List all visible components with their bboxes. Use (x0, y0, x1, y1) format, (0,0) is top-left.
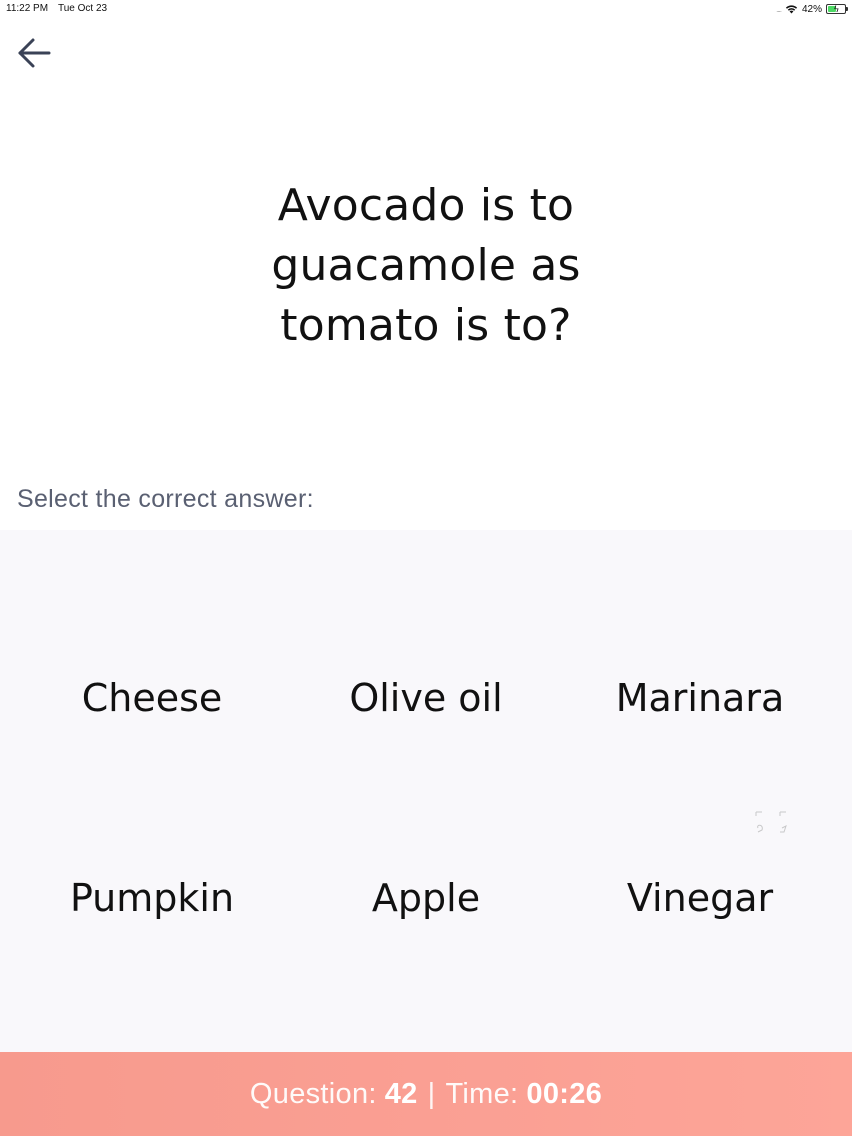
status-date: Tue Oct 23 (58, 3, 108, 14)
decorative-marks (755, 811, 787, 833)
answer-option[interactable]: Pumpkin (10, 838, 294, 958)
status-bar: 11:22 PM Tue Oct 23 .... 42% ϟ (0, 0, 852, 18)
status-time: 11:22 PM (6, 3, 49, 14)
time-value: 00:26 (526, 1077, 603, 1110)
time-label: Time: (445, 1077, 519, 1110)
answer-option[interactable]: Marinara (558, 638, 842, 758)
answers-panel: Cheese Olive oil Marinara Pumpkin Apple … (0, 530, 852, 1052)
footer-separator: | (427, 1077, 436, 1110)
question-line: guacamole as (271, 240, 581, 291)
question-number: 42 (384, 1077, 418, 1110)
status-indicators: .... 42% ϟ (776, 2, 848, 16)
answer-prompt: Select the correct answer: (17, 485, 314, 513)
answer-option[interactable]: Apple (284, 838, 568, 958)
wifi-icon (785, 4, 798, 14)
question-line: tomato is to? (280, 300, 572, 351)
back-button[interactable] (12, 34, 54, 72)
signal-icon: .... (776, 4, 782, 14)
answer-option[interactable]: Olive oil (284, 638, 568, 758)
battery-charging-icon: ϟ (826, 4, 848, 14)
battery-percent: 42% (801, 3, 822, 15)
answer-option[interactable]: Cheese (10, 638, 294, 758)
question-text: Avocado is to guacamole as tomato is to? (200, 176, 652, 356)
answer-option[interactable]: Vinegar (558, 838, 842, 958)
question-line: Avocado is to (277, 180, 575, 231)
arrow-left-icon (18, 38, 51, 68)
question-label: Question: (249, 1077, 377, 1110)
quiz-status-bar: Question: 42 | Time: 00:26 (0, 1052, 852, 1136)
